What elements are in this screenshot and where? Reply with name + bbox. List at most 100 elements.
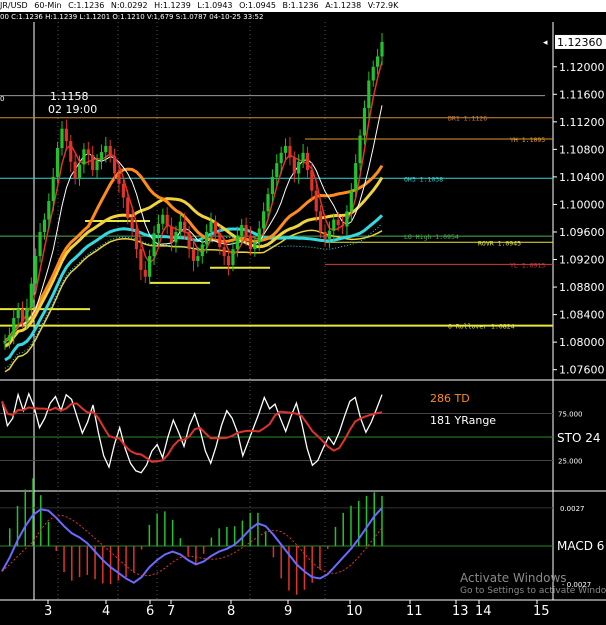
candle-body (121, 183, 125, 198)
price-axis-label: 1.07600 (559, 364, 605, 377)
level-label: O Rollover 1.0824 (448, 323, 515, 331)
price-axis-label: 1.09600 (559, 226, 605, 239)
candle-body (69, 141, 73, 162)
candle-body (174, 231, 178, 243)
sto-axis-label: 25.000 (558, 458, 583, 466)
level-label: OH3 1.1038 (404, 175, 443, 183)
candle-body (327, 230, 331, 239)
candle-body (99, 152, 104, 161)
candle-body (319, 211, 323, 232)
crosshair-time-label: 02 19:00 (48, 103, 97, 116)
candle-body (108, 145, 112, 157)
candle-body (297, 161, 301, 174)
candle-body (161, 214, 165, 224)
candle-body (340, 225, 345, 227)
candle-body (139, 249, 143, 270)
candle-body (117, 173, 121, 184)
last-price-label: 1.12360 (557, 36, 603, 49)
candle-body (283, 145, 288, 153)
candle-body (301, 152, 305, 162)
candle-body (380, 41, 384, 57)
price-axis-label: 1.09200 (559, 254, 605, 267)
candle-body (332, 219, 336, 231)
macd-axis-label: 0.0027 (560, 505, 585, 513)
candle-body (279, 152, 283, 164)
date-axis-label: 14 (475, 604, 492, 619)
candle-body (262, 211, 266, 229)
date-axis-label: 15 (533, 604, 550, 619)
candle-body (354, 163, 358, 191)
candle-body (64, 128, 68, 142)
candle-body (244, 225, 248, 236)
candle-body (200, 244, 204, 257)
candle-body (86, 149, 90, 155)
candle-body (235, 235, 239, 250)
yrange-annotation: 181 YRange (430, 414, 496, 427)
candle-body (12, 318, 16, 336)
candle-body (148, 256, 152, 277)
candle-body (305, 152, 310, 171)
candle-body (367, 80, 371, 109)
last-price-arrow: ◂ (543, 38, 548, 48)
date-axis-label: 8 (227, 604, 235, 619)
crosshair-price-label: 1.1158 (50, 90, 89, 103)
candle-body (205, 231, 209, 245)
price-axis-label: 1.08400 (559, 309, 605, 322)
chart-canvas[interactable]: 1.115802 19:00 0 1.12000 1.11600 1.11200 1.10… (0, 0, 606, 625)
candle-body (222, 247, 226, 257)
date-axis-label: 7 (167, 604, 175, 619)
activation-watermark-sub: Go to Settings to activate Windows. (460, 586, 606, 596)
candle-body (34, 256, 38, 284)
candle-body (196, 256, 200, 261)
candle-body (165, 214, 169, 227)
candle-body (213, 221, 218, 234)
candle-body (3, 340, 7, 344)
level-label: LO High 1.0954 (404, 233, 459, 241)
candle-body (191, 249, 196, 261)
level-label: YL 1.0913 (510, 261, 545, 269)
left-edge-tick: 0 (0, 95, 4, 103)
candle-body (169, 226, 174, 243)
date-axis-label: 11 (406, 604, 423, 619)
level-label: YH 1.1095 (510, 136, 545, 144)
candle-body (226, 256, 231, 266)
candle-body (323, 231, 327, 239)
td-annotation: 286 TD (430, 392, 470, 405)
candle-body (371, 66, 375, 81)
chart-window: JR/USD 60-Min C:1.1236 N:0.0292 H:1.1239… (0, 0, 606, 625)
candle-body (104, 145, 108, 153)
candle-body (187, 231, 191, 250)
date-axis-label: 6 (146, 604, 154, 619)
candle-body (51, 176, 55, 201)
candle-body (130, 218, 134, 229)
candle-body (77, 164, 82, 179)
candle-body (345, 211, 349, 227)
candle-body (47, 201, 51, 220)
candle-body (56, 147, 60, 177)
macd-label: MACD 6 (557, 539, 604, 553)
candle-body (275, 163, 279, 177)
candle-body (112, 156, 117, 174)
candle-body (257, 228, 261, 243)
candle-body (156, 223, 161, 234)
price-axis-label: 1.10000 (559, 198, 605, 211)
candle-body (231, 249, 235, 266)
candle-body (218, 233, 222, 248)
price-axis-label: 1.11600 (559, 88, 605, 101)
candle-body (134, 228, 139, 250)
date-axis-label: 4 (102, 604, 110, 619)
candle-body (270, 176, 275, 195)
candle-body (358, 135, 362, 164)
level-label: DR1 1.1126 (448, 115, 487, 123)
candle-body (82, 149, 86, 165)
candle-body (60, 128, 64, 148)
candle-body (178, 221, 182, 232)
candle-body (126, 197, 130, 219)
price-axis-label: 1.08800 (559, 281, 605, 294)
candle-body (376, 56, 380, 67)
price-axis-label: 1.10400 (559, 171, 605, 184)
price-axis-label: 1.08000 (559, 336, 605, 349)
candle-body (91, 154, 95, 171)
candle-body (248, 235, 253, 250)
price-axis-label: 1.12000 (559, 61, 605, 74)
